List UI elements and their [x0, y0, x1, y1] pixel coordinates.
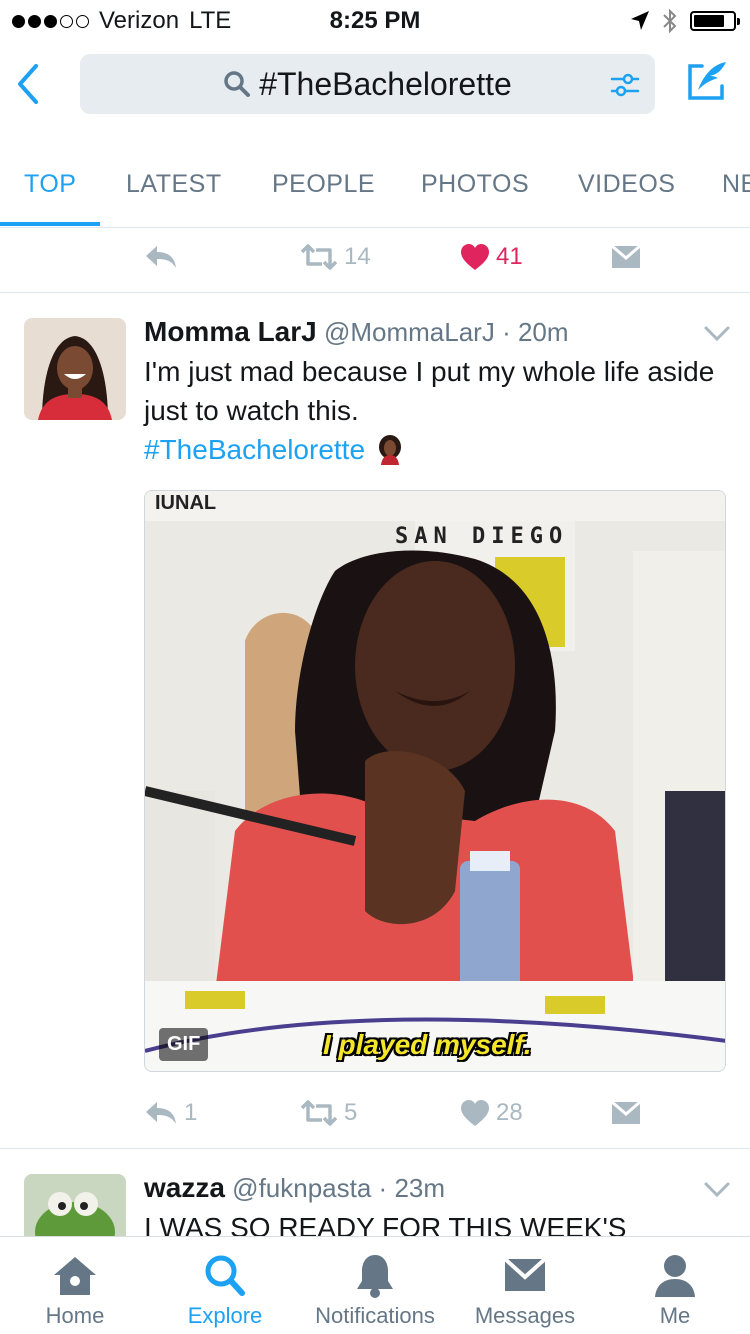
tab-people[interactable]: PEOPLE: [272, 170, 375, 199]
direct-message-button[interactable]: [610, 232, 642, 282]
retweet-button[interactable]: 14: [300, 232, 371, 282]
battery-icon: [690, 11, 740, 31]
reply-button[interactable]: [144, 232, 178, 282]
avatar[interactable]: [24, 1174, 126, 1236]
avatar[interactable]: [24, 318, 126, 420]
tabbar-label: Messages: [474, 1303, 576, 1328]
tweet-actions: 1 5 28: [0, 1088, 750, 1138]
tabbar-me[interactable]: Me: [600, 1237, 750, 1334]
like-button[interactable]: 28: [460, 1088, 523, 1138]
gif-badge: GIF: [159, 1028, 209, 1061]
svg-text:IUNAL: IUNAL: [155, 492, 216, 514]
chevron-down-icon[interactable]: [704, 326, 730, 342]
separator: ·: [502, 317, 511, 347]
tabbar-explore[interactable]: Explore: [150, 1237, 300, 1334]
back-chevron-icon[interactable]: [12, 62, 44, 106]
bottom-tab-bar: Home Explore Notifications Messages Me: [0, 1236, 750, 1334]
like-count: 41: [496, 243, 523, 270]
tabbar-label: Me: [659, 1303, 691, 1328]
tweet-body: I'm just mad because I put my whole life…: [144, 356, 715, 426]
tabbar-label: Explore: [187, 1303, 263, 1328]
search-icon: [205, 1255, 245, 1296]
hashtag-link[interactable]: #TheBachelorette: [144, 434, 365, 465]
reply-icon: [146, 246, 176, 268]
envelope-icon: [611, 244, 641, 268]
retweet-button[interactable]: 5: [300, 1088, 357, 1138]
woman-emoji-icon: [378, 435, 401, 465]
retweet-count: 5: [344, 1099, 358, 1126]
like-count: 28: [496, 1099, 523, 1126]
envelope-icon: [611, 1100, 641, 1124]
separator: ·: [378, 1173, 388, 1203]
tabbar-notifications[interactable]: Notifications: [300, 1237, 450, 1334]
reply-icon: [146, 1102, 176, 1124]
location-arrow-icon: [631, 11, 649, 30]
tabbar-label: Home: [45, 1303, 105, 1328]
like-button[interactable]: 41: [460, 232, 523, 282]
retweet-icon: [300, 1100, 338, 1126]
active-tab-indicator: [0, 222, 100, 226]
tweet-text: I WAS SO READY FOR THIS WEEK'S: [144, 1208, 724, 1236]
search-header: #TheBachelorette: [0, 40, 750, 130]
user-handle[interactable]: @fuknpasta: [232, 1173, 371, 1203]
search-icon: [224, 71, 251, 97]
divider: [0, 1148, 750, 1149]
chevron-down-icon[interactable]: [704, 1182, 730, 1198]
tab-top[interactable]: TOP: [24, 170, 76, 199]
user-handle[interactable]: @MommaLarJ: [324, 317, 495, 347]
svg-text:SAN DIEGO: SAN DIEGO: [395, 524, 568, 549]
retweet-icon: [300, 244, 338, 270]
tabbar-home[interactable]: Home: [0, 1237, 150, 1334]
status-right: [630, 8, 740, 34]
tab-videos[interactable]: VIDEOS: [578, 170, 675, 199]
tweet-time: 23m: [394, 1173, 446, 1203]
tweet-time: 20m: [517, 317, 569, 347]
display-name[interactable]: wazza: [144, 1172, 225, 1203]
status-bar: Verizon LTE 8:25 PM: [0, 0, 750, 40]
display-name[interactable]: Momma LarJ: [144, 316, 317, 347]
tweet-body: I WAS SO READY FOR THIS WEEK'S: [144, 1212, 627, 1236]
search-tabs: TOP LATEST PEOPLE PHOTOS VIDEOS NE: [0, 150, 750, 228]
tweet-header: Momma LarJ @MommaLarJ · 20m: [144, 316, 569, 348]
direct-message-button[interactable]: [610, 1088, 642, 1138]
tab-photos[interactable]: PHOTOS: [421, 170, 529, 199]
tabbar-messages[interactable]: Messages: [450, 1237, 600, 1334]
tweet-text: I'm just mad because I put my whole life…: [144, 352, 724, 469]
bluetooth-icon: [663, 8, 677, 34]
person-icon: [655, 1255, 695, 1297]
search-query: #TheBachelorette: [259, 65, 512, 102]
reply-count: 1: [184, 1099, 198, 1126]
tabbar-label: Notifications: [315, 1303, 435, 1328]
tab-news[interactable]: NE: [722, 170, 750, 199]
retweet-count: 14: [344, 243, 371, 270]
compose-icon[interactable]: [682, 58, 730, 106]
tab-latest[interactable]: LATEST: [126, 170, 222, 199]
gif-media[interactable]: IUNAL SAN DIEGO GIF I played myself.: [144, 490, 726, 1072]
bell-icon: [357, 1255, 393, 1298]
divider: [0, 292, 750, 293]
envelope-icon: [503, 1257, 547, 1291]
filter-sliders-icon[interactable]: [609, 69, 641, 101]
gif-caption: I played myself.: [323, 1029, 532, 1060]
prev-tweet-actions: 14 41: [0, 232, 750, 282]
reply-button[interactable]: 1: [144, 1088, 197, 1138]
tweet-header: wazza @fuknpasta · 23m: [144, 1172, 445, 1204]
heart-filled-icon: [461, 244, 489, 270]
heart-icon: [461, 1100, 489, 1126]
search-input[interactable]: #TheBachelorette: [80, 54, 655, 114]
home-icon: [54, 1257, 96, 1295]
